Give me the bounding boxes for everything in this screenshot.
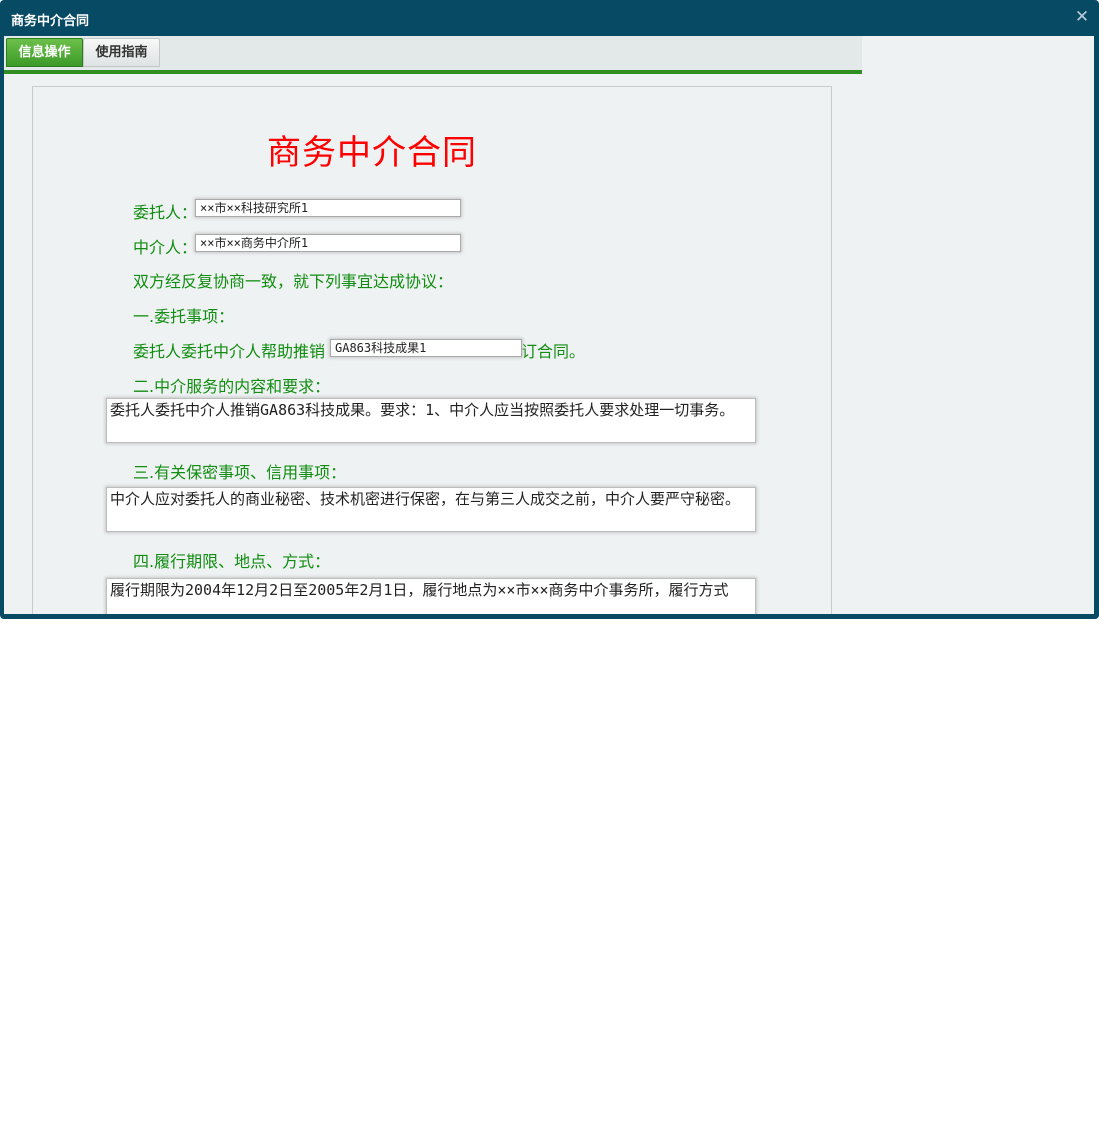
tab-bar: 信息操作 使用指南	[4, 36, 862, 74]
window-title: 商务中介合同	[11, 14, 90, 29]
tab-info-operation[interactable]: 信息操作	[6, 38, 83, 67]
contract-document: 商务中介合同 委托人： ××市××科技研究所1 中介人： ××市××商务中介所1…	[32, 86, 832, 614]
titlebar: 商务中介合同 ✕	[0, 0, 1099, 36]
dialog-body: 信息操作 使用指南 商务中介合同 委托人： ××市××科技研究所1 中介人： ×…	[4, 36, 1094, 614]
client-label: 委托人：	[133, 203, 198, 222]
intro-text: 双方经反复协商一致，就下列事宜达成协议：	[133, 272, 454, 291]
section3-title: 三.有关保密事项、信用事项：	[133, 463, 347, 482]
section1-title: 一.委托事项：	[133, 307, 235, 326]
service-content-textarea[interactable]: 委托人委托中介人推销GA863科技成果。要求：1、中介人应当按照委托人要求处理一…	[106, 398, 756, 443]
dialog-window: 商务中介合同 ✕ 信息操作 使用指南 商务中介合同 委托人： ××市××科技研究…	[0, 0, 1099, 619]
close-icon[interactable]: ✕	[1073, 8, 1091, 26]
section1-prefix: 委托人委托中介人帮助推销	[133, 342, 326, 361]
agent-label: 中介人：	[133, 238, 198, 257]
section4-title: 四.履行期限、地点、方式：	[133, 552, 331, 571]
confidentiality-textarea[interactable]: 中介人应对委托人的商业秘密、技术机密进行保密，在与第三人成交之前，中介人要严守秘…	[106, 487, 756, 532]
section1-suffix: 订合同。	[521, 342, 586, 361]
contract-title: 商务中介合同	[267, 133, 477, 173]
performance-terms-textarea[interactable]: 履行期限为2004年12月2日至2005年2月1日，履行地点为××市××商务中介…	[106, 578, 756, 614]
tab-user-guide[interactable]: 使用指南	[83, 38, 160, 67]
agent-input[interactable]: ××市××商务中介所1	[195, 234, 461, 252]
product-input[interactable]: GA863科技成果1	[330, 339, 522, 357]
client-input[interactable]: ××市××科技研究所1	[195, 199, 461, 217]
section2-title: 二.中介服务的内容和要求：	[133, 377, 331, 396]
